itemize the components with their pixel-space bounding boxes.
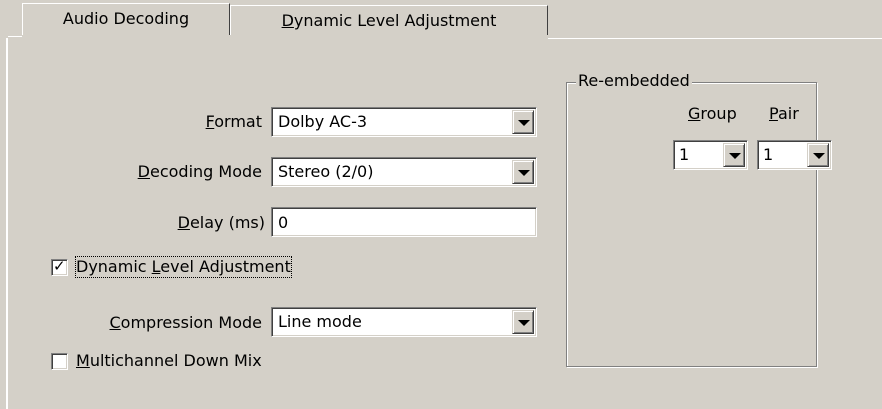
format-value: Dolby AC-3 — [278, 112, 368, 131]
reembedded-group-title: Re-embedded — [576, 71, 692, 91]
pair-label: Pair — [769, 104, 799, 123]
pair-dropdown[interactable]: 1 — [757, 140, 832, 170]
panel-top-border-left — [8, 36, 22, 37]
chevron-down-icon — [518, 320, 530, 326]
group-value: 1 — [679, 145, 690, 164]
panel-border — [6, 38, 8, 409]
pair-value: 1 — [763, 145, 774, 164]
pair-dropdown-button[interactable] — [807, 143, 829, 167]
compression-mode-label: Compression Mode — [109, 313, 263, 332]
format-dropdown[interactable]: Dolby AC-3 — [271, 107, 537, 137]
multichannel-label: Multichannel Down Mix — [76, 351, 262, 370]
compression-mode-value: Line mode — [278, 312, 362, 331]
chevron-down-icon — [729, 153, 741, 159]
reembedded-group — [566, 82, 817, 367]
dynamic-level-label[interactable]: Dynamic Level Adjustment — [75, 256, 292, 278]
tab-audio-decoding-label: Audio Decoding — [62, 9, 190, 28]
multichannel-checkbox[interactable] — [51, 353, 68, 370]
tab-audio-decoding[interactable]: Audio Decoding — [22, 3, 230, 35]
tab-dynamic-level-adjustment[interactable]: Dynamic Level Adjustment — [230, 5, 548, 35]
decoding-mode-value: Stereo (2/0) — [278, 162, 374, 181]
decoding-mode-dropdown[interactable]: Stereo (2/0) — [271, 157, 537, 187]
panel-top-border — [548, 38, 882, 39]
chevron-down-icon — [518, 170, 530, 176]
chevron-down-icon — [813, 153, 825, 159]
delay-input[interactable] — [271, 207, 537, 237]
checkmark-icon: ✓ — [53, 257, 66, 275]
group-label: Group — [688, 104, 737, 123]
decoding-mode-label: Decoding Mode — [137, 162, 262, 181]
delay-label: Delay (ms) — [177, 213, 265, 232]
format-dropdown-button[interactable] — [512, 110, 534, 134]
compression-mode-dropdown[interactable]: Line mode — [271, 307, 537, 337]
compression-mode-dropdown-button[interactable] — [512, 310, 534, 334]
chevron-down-icon — [518, 120, 530, 126]
decoding-mode-dropdown-button[interactable] — [512, 160, 534, 184]
tab-dynamic-level-adjustment-label: Dynamic Level Adjustment — [281, 11, 497, 30]
dynamic-level-checkbox[interactable]: ✓ — [51, 257, 68, 276]
group-dropdown-button[interactable] — [723, 143, 745, 167]
format-label: Format — [205, 112, 262, 131]
group-dropdown[interactable]: 1 — [673, 140, 748, 170]
